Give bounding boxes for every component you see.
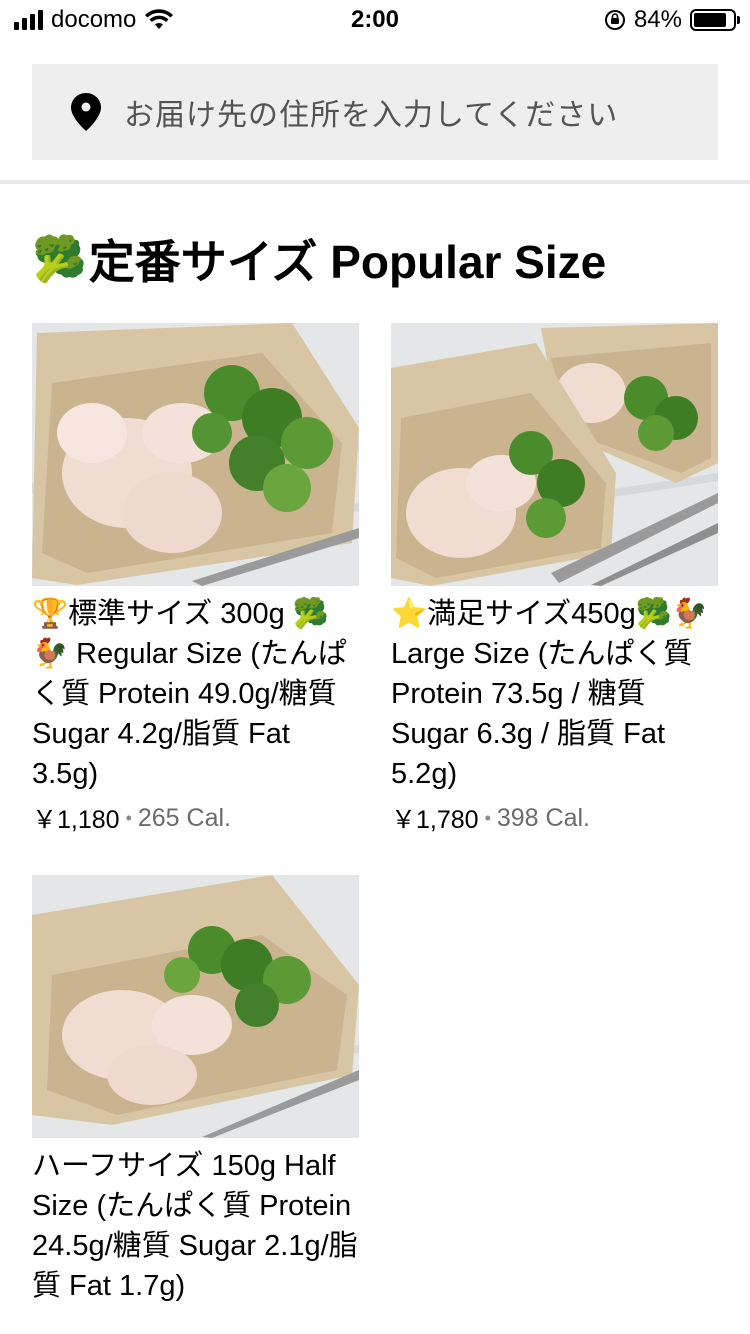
item-title: ハーフサイズ 150g Half Size (たんぱく質 Protein 24.… (32, 1150, 358, 1302)
item-calories: 398 Cal. (496, 803, 590, 832)
food-photo (32, 875, 359, 1138)
menu-item-large[interactable]: ⭐満足サイズ450g🥦🐓 Large Size (たんぱく質 Protein 7… (391, 323, 718, 836)
section-title-text: 定番サイズ Popular Size (88, 236, 607, 288)
food-photo (32, 323, 359, 586)
item-title: ⭐満足サイズ450g🥦🐓 Large Size (たんぱく質 Protein 7… (391, 598, 708, 790)
battery-percent: 84% (633, 6, 682, 33)
battery-fill (694, 13, 726, 27)
item-meta: ￥1,780 • 398 Cal. (391, 800, 718, 836)
location-pin-icon (71, 93, 101, 131)
section-title: 🥦 定番サイズ Popular Size (32, 226, 606, 292)
item-meta: ￥1,180 • 265 Cal. (32, 800, 359, 836)
food-photo (391, 323, 718, 586)
divider (0, 180, 750, 184)
separator-dot: • (484, 807, 491, 828)
status-right: 84% (604, 6, 740, 34)
item-price: ￥1,780 (391, 806, 479, 834)
item-price: ￥1,180 (32, 806, 120, 834)
separator-dot: • (125, 807, 132, 828)
address-input[interactable]: お届け先の住所を入力してください (32, 64, 718, 160)
item-calories: 265 Cal. (137, 803, 231, 832)
menu-item-half[interactable]: ハーフサイズ 150g Half Size (たんぱく質 Protein 24.… (32, 875, 359, 1306)
status-bar: docomo 2:00 84% (0, 0, 750, 40)
broccoli-icon: 🥦 (32, 235, 87, 284)
address-placeholder: お届け先の住所を入力してください (124, 99, 619, 132)
orientation-lock-icon (604, 10, 625, 30)
item-title: 🏆標準サイズ 300g 🥦🐓 Regular Size (たんぱく質 Prote… (32, 598, 347, 790)
battery-icon (690, 9, 740, 31)
menu-item-regular[interactable]: 🏆標準サイズ 300g 🥦🐓 Regular Size (たんぱく質 Prote… (32, 323, 359, 836)
